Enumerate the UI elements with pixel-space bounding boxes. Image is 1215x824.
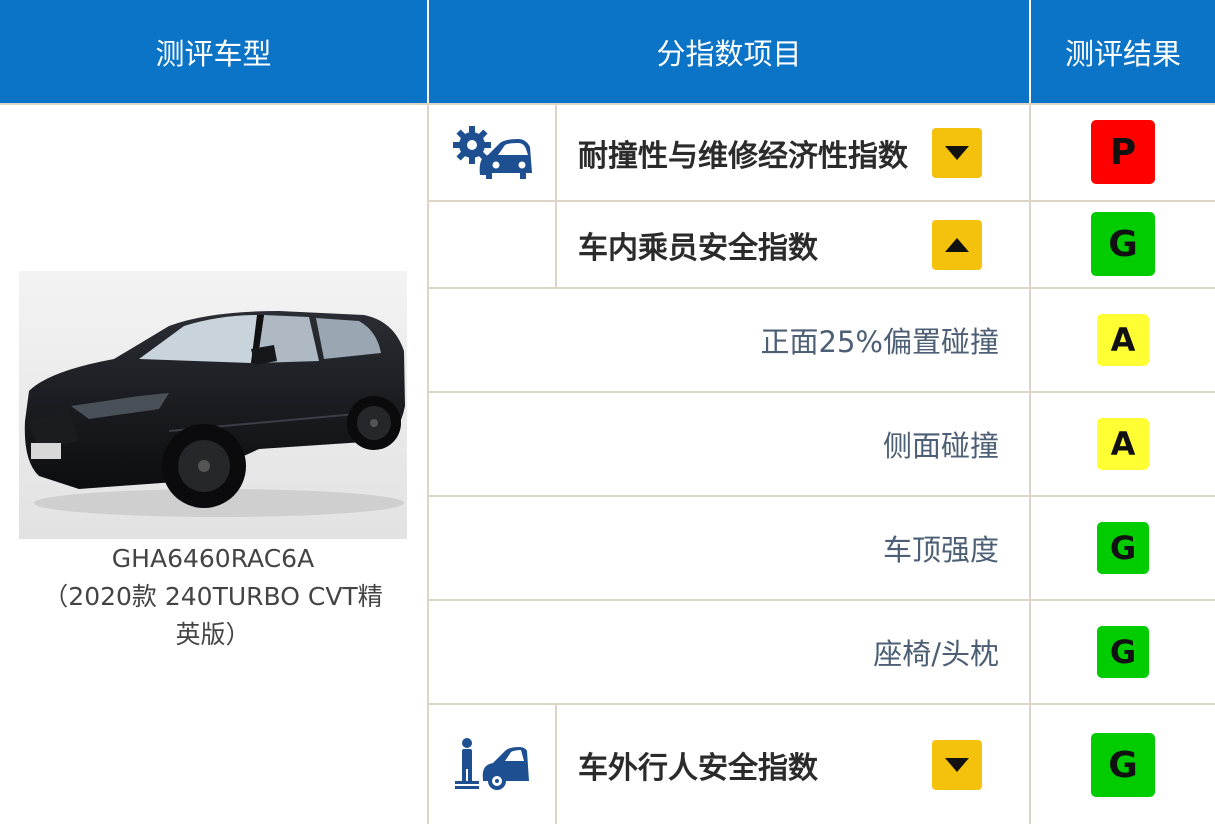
column-header-model: 测评车型 (0, 0, 427, 103)
grid-line (1029, 103, 1031, 824)
vehicle-model-code: GHA6460RAC6A (111, 544, 315, 573)
caret-down-icon (945, 146, 969, 160)
column-header-model-label: 测评车型 (155, 36, 272, 71)
sub-item-label: 车顶强度 (882, 533, 999, 567)
grade-badge: A (1097, 418, 1149, 470)
vehicle-photo (19, 271, 407, 539)
grid-line (429, 200, 1215, 202)
caret-down-icon (945, 758, 969, 772)
grid-line (555, 703, 557, 824)
grade-badge: A (1097, 314, 1149, 366)
caret-up-icon (945, 238, 969, 252)
index-title-occupant-safety: 车内乘员安全指数 (578, 230, 818, 266)
column-header-index: 分指数项目 (429, 0, 1029, 103)
grade-badge: G (1091, 733, 1155, 797)
repair-car-icon (429, 105, 555, 200)
pedestrian-car-icon (429, 705, 555, 824)
vehicle-model-version: （2020款 240TURBO CVT精 (43, 582, 383, 611)
index-title-pedestrian-safety: 车外行人安全指数 (578, 750, 818, 786)
grade-badge: P (1091, 120, 1155, 184)
grade-badge: G (1097, 626, 1149, 678)
column-header-result-label: 测评结果 (1064, 36, 1181, 71)
index-title-crash-repair: 耐撞性与维修经济性指数 (578, 138, 908, 174)
collapse-toggle-button[interactable] (932, 220, 982, 270)
expand-toggle-button[interactable] (932, 740, 982, 790)
grid-line (555, 103, 557, 288)
sub-item-label: 座椅/头枕 (873, 637, 999, 671)
column-header-index-label: 分指数项目 (656, 36, 802, 71)
grade-badge: G (1091, 212, 1155, 276)
column-header-result: 测评结果 (1031, 0, 1215, 103)
sub-item-label: 侧面碰撞 (882, 429, 999, 463)
vehicle-caption: GHA6460RAC6A （2020款 240TURBO CVT精 英版） (20, 540, 406, 654)
vehicle-model-version-cont: 英版） (175, 620, 251, 649)
sub-item-label: 正面25%偏置碰撞 (760, 325, 999, 359)
grade-badge: G (1097, 522, 1149, 574)
expand-toggle-button[interactable] (932, 128, 982, 178)
